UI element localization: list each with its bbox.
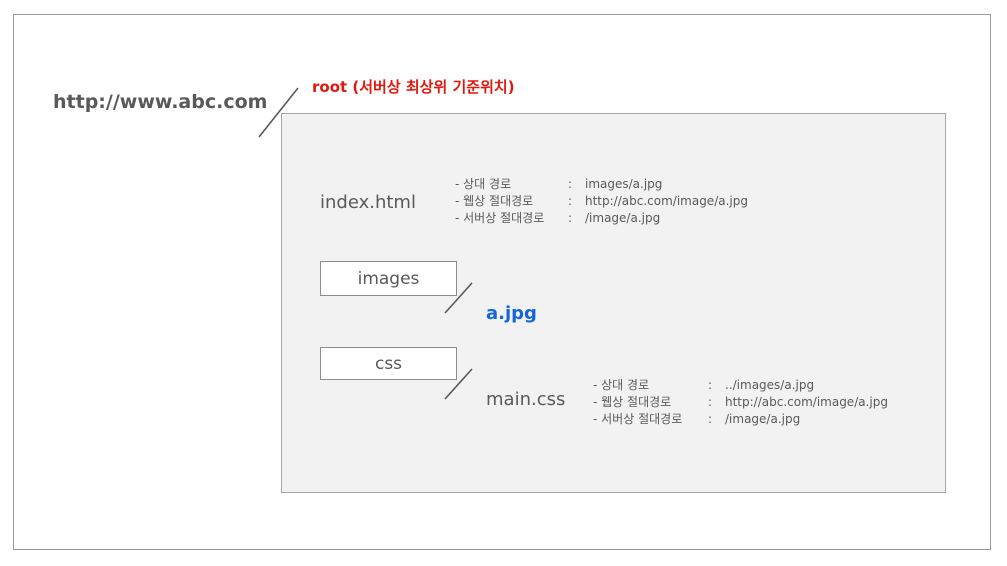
images-folder-label: images [357, 268, 420, 289]
path-separator: : [567, 177, 573, 191]
css-path-relative: - 상대 경로 : ../images/a.jpg [593, 377, 888, 394]
path-label: - 상대 경로 [455, 177, 512, 191]
index-file-name: index.html [320, 192, 416, 213]
path-value: /image/a.jpg [585, 211, 661, 225]
path-label: - 서버상 절대경로 [593, 412, 683, 426]
path-label: - 웹상 절대경로 [455, 194, 534, 208]
path-separator: : [707, 395, 713, 409]
path-value: images/a.jpg [585, 177, 663, 191]
css-paths: - 상대 경로 : ../images/a.jpg - 웹상 절대경로 : ht… [593, 377, 888, 428]
css-folder-box: css [320, 347, 457, 380]
path-value: http://abc.com/image/a.jpg [725, 395, 888, 409]
path-label: - 서버상 절대경로 [455, 211, 545, 225]
css-file-name: main.css [486, 389, 566, 410]
css-path-web-absolute: - 웹상 절대경로 : http://abc.com/image/a.jpg [593, 394, 888, 411]
path-value: ../images/a.jpg [725, 378, 815, 392]
path-value: http://abc.com/image/a.jpg [585, 194, 748, 208]
index-path-relative: - 상대 경로 : images/a.jpg [455, 176, 748, 193]
index-path-web-absolute: - 웹상 절대경로 : http://abc.com/image/a.jpg [455, 193, 748, 210]
index-path-server-absolute: - 서버상 절대경로 : /image/a.jpg [455, 210, 748, 227]
path-separator: : [567, 194, 573, 208]
css-folder-label: css [374, 353, 403, 374]
images-folder-box: images [320, 261, 457, 296]
path-label: - 상대 경로 [593, 378, 650, 392]
root-connector-line [258, 87, 299, 138]
index-paths: - 상대 경로 : images/a.jpg - 웹상 절대경로 : http:… [455, 176, 748, 227]
image-file-name: a.jpg [486, 303, 537, 324]
css-path-server-absolute: - 서버상 절대경로 : /image/a.jpg [593, 411, 888, 428]
path-label: - 웹상 절대경로 [593, 395, 672, 409]
path-separator: : [707, 412, 713, 426]
path-value: /image/a.jpg [725, 412, 801, 426]
path-separator: : [567, 211, 573, 225]
path-separator: : [707, 378, 713, 392]
connector-lines [258, 87, 473, 400]
